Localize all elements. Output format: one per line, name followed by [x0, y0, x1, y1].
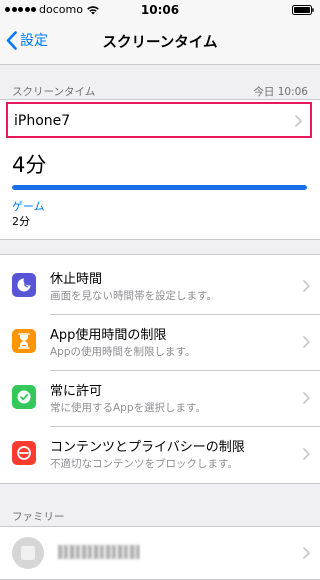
- app-limits-row[interactable]: App使用時間の制限 Appの使用時間を制限します。: [0, 315, 320, 369]
- device-row[interactable]: iPhone7: [6, 102, 312, 138]
- page-title: スクリーンタイム: [102, 35, 218, 51]
- settings-menu-card: 休止時間 画面を見ない時間帯を設定します。 App使用時間の制限 Appの使用時…: [0, 254, 320, 484]
- section-label: スクリーンタイム: [12, 86, 96, 98]
- downtime-title: 休止時間: [50, 272, 103, 287]
- blurred-member-name: [58, 545, 140, 559]
- family-section-header: ファミリー: [12, 509, 308, 524]
- no-entry-icon: [12, 441, 36, 465]
- downtime-subtitle: 画面を見ない時間帯を設定します。: [50, 290, 217, 302]
- battery-icon: [292, 5, 314, 15]
- screen-time-card: iPhone7 4分 ゲーム 2分: [0, 99, 320, 240]
- always-allowed-title: 常に許可: [50, 384, 103, 399]
- content-privacy-row[interactable]: コンテンツとプライバシーの制限 不適切なコンテンツをブロックします。: [0, 427, 320, 481]
- chevron-right-icon: [303, 547, 310, 559]
- app-limits-title: App使用時間の制限: [50, 328, 167, 343]
- app-limits-subtitle: Appの使用時間を制限します。: [50, 346, 196, 358]
- always-allowed-row[interactable]: 常に許可 常に使用するAppを選択します。: [0, 371, 320, 425]
- updated-timestamp: 今日 10:06: [253, 86, 308, 98]
- device-name: iPhone7: [14, 113, 71, 129]
- chevron-right-icon: [303, 336, 310, 348]
- family-section-label: ファミリー: [12, 511, 65, 523]
- screen-time-section-header: スクリーンタイム 今日 10:06: [12, 84, 308, 99]
- content-privacy-title: コンテンツとプライバシーの制限: [50, 440, 245, 455]
- category-value: 2分: [12, 215, 30, 228]
- content-privacy-subtitle: 不適切なコンテンツをブロックします。: [50, 458, 238, 470]
- status-bar: docomo 10:06: [0, 0, 320, 20]
- downtime-row[interactable]: 休止時間 画面を見ない時間帯を設定します。: [0, 259, 320, 313]
- family-member-row[interactable]: [0, 526, 320, 580]
- status-time: 10:06: [140, 3, 180, 17]
- category-label: ゲーム: [12, 200, 45, 213]
- usage-bar: [12, 185, 307, 190]
- chevron-right-icon: [303, 280, 310, 292]
- checkmark-badge-icon: [12, 385, 36, 409]
- chevron-right-icon: [303, 392, 310, 404]
- total-usage: 4分: [12, 153, 47, 177]
- chevron-right-icon: [303, 448, 310, 460]
- usage-bar-fill: [12, 185, 307, 190]
- moon-icon: [12, 273, 36, 297]
- avatar: [12, 537, 44, 569]
- nav-bar: 設定 スクリーンタイム: [0, 20, 320, 65]
- chevron-right-icon: [295, 115, 302, 127]
- always-allowed-subtitle: 常に使用するAppを選択します。: [50, 402, 206, 414]
- hourglass-icon: [12, 329, 36, 353]
